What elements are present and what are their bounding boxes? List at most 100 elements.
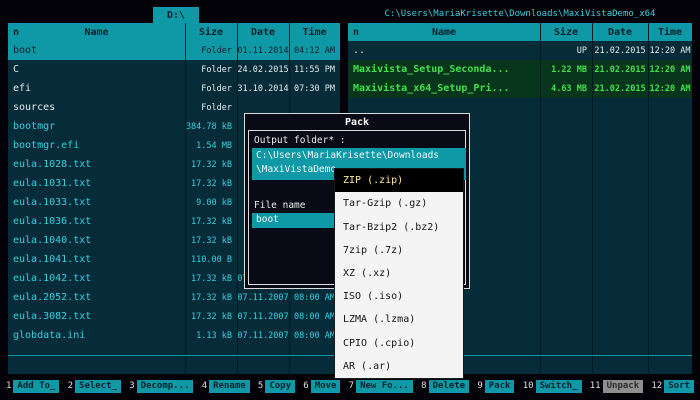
column-header-size[interactable]: Size: [185, 23, 237, 41]
column-divider: [592, 23, 593, 374]
function-key-label: Select_: [75, 380, 121, 393]
archive-format-option[interactable]: ZIP (.zip): [335, 169, 463, 192]
file-time: 08:00 AM: [289, 312, 340, 322]
function-key-number: 4: [202, 381, 207, 391]
file-size: 17.32 kB: [185, 160, 237, 170]
function-key[interactable]: 2 Select_: [68, 380, 121, 393]
function-key-label: Move: [311, 380, 341, 393]
file-name: boot: [8, 45, 185, 56]
drive-tab[interactable]: D:\: [153, 7, 199, 23]
pack-dialog-title: Pack: [245, 115, 469, 129]
file-time: 12:20 AM: [648, 84, 692, 94]
file-name: ..: [348, 45, 540, 56]
file-time: 08:00 AM: [289, 293, 340, 303]
archive-format-dropdown: ZIP (.zip)Tar-Gzip (.gz)Tar-Bzip2 (.bz2)…: [334, 168, 464, 379]
archive-format-option[interactable]: Tar-Gzip (.gz): [335, 192, 463, 215]
file-date: 07.11.2007: [237, 293, 289, 303]
file-name: sources: [8, 102, 185, 113]
function-key-number: 6: [303, 381, 308, 391]
file-name: C: [8, 64, 185, 75]
column-divider: [648, 23, 649, 374]
file-name: Maxivista_x64_Setup_Pri...: [348, 83, 540, 94]
archive-format-option[interactable]: XZ (.xz): [335, 262, 463, 285]
file-row[interactable]: eula.3082.txt 17.32 kB 07.11.2007 08:00 …: [8, 307, 340, 326]
file-size: Folder: [185, 84, 237, 94]
function-key[interactable]: 9 Pack: [477, 380, 514, 393]
function-key-label: Delete: [429, 380, 470, 393]
file-time: 11:55 PM: [289, 65, 340, 75]
file-name: eula.1028.txt: [8, 159, 185, 170]
file-name: eula.1041.txt: [8, 254, 185, 265]
function-key[interactable]: 10 Switch_: [523, 380, 582, 393]
column-header-date[interactable]: Date: [592, 23, 648, 41]
function-key-label: Unpack: [603, 380, 644, 393]
file-size: UP: [540, 46, 592, 56]
function-key-label: Add To_: [13, 380, 59, 393]
file-name: bootmgr.efi: [8, 140, 185, 151]
file-name: globdata.ini: [8, 330, 185, 341]
file-row[interactable]: globdata.ini 1.13 kB 07.11.2007 08:00 AM: [8, 326, 340, 345]
file-manager-screen: D:\ C:\Users\MariaKrisette\Downloads\Max…: [0, 0, 700, 400]
file-time: 07:30 PM: [289, 84, 340, 94]
file-row[interactable]: .. UP 21.02.2015 12:20 AM: [348, 41, 692, 60]
file-row[interactable]: Maxivista_Setup_Seconda... 1.22 MB 21.02…: [348, 60, 692, 79]
function-key[interactable]: 12 Sort: [651, 380, 694, 393]
function-key-number: 5: [258, 381, 263, 391]
file-name-label: File name: [254, 200, 305, 211]
file-name: eula.2052.txt: [8, 292, 185, 303]
file-size: 1.13 kB: [185, 331, 237, 341]
column-header-size[interactable]: Size: [540, 23, 592, 41]
file-row[interactable]: boot Folder 01.11.2014 04:12 AM: [8, 41, 340, 60]
archive-format-option[interactable]: AR (.ar): [335, 355, 463, 378]
file-name: Maxivista_Setup_Seconda...: [348, 64, 540, 75]
function-key-label: Copy: [265, 380, 295, 393]
file-size: 110.00 B: [185, 255, 237, 265]
file-date: 07.11.2007: [237, 312, 289, 322]
file-size: 17.32 kB: [185, 312, 237, 322]
column-header-time[interactable]: Time: [648, 23, 692, 41]
archive-format-option[interactable]: CPIO (.cpio): [335, 332, 463, 355]
function-key[interactable]: 5 Copy: [258, 380, 295, 393]
file-time: 04:12 AM: [289, 46, 340, 56]
output-folder-label: Output folder* :: [254, 135, 346, 146]
function-key-number: 12: [651, 381, 662, 391]
function-key-number: 7: [349, 381, 354, 391]
file-name: eula.1042.txt: [8, 273, 185, 284]
column-divider: [185, 23, 186, 374]
file-size: 17.32 kB: [185, 293, 237, 303]
file-size: Folder: [185, 65, 237, 75]
function-key[interactable]: 8 Delete: [421, 380, 469, 393]
function-key-label: Decomp...: [137, 380, 194, 393]
column-divider: [237, 23, 238, 374]
archive-format-option[interactable]: Tar-Bzip2 (.bz2): [335, 215, 463, 238]
function-key-number: 9: [477, 381, 482, 391]
function-key[interactable]: 7 New Fo...: [349, 380, 413, 393]
file-size: 384.78 kB: [185, 122, 237, 132]
column-header-time[interactable]: Time: [289, 23, 340, 41]
file-row[interactable]: Maxivista_x64_Setup_Pri... 4.63 MB 21.02…: [348, 79, 692, 98]
file-size: 17.32 kB: [185, 179, 237, 189]
file-row[interactable]: C Folder 24.02.2015 11:55 PM: [8, 60, 340, 79]
file-time: 08:00 AM: [289, 331, 340, 341]
column-header-date[interactable]: Date: [237, 23, 289, 41]
column-header-name[interactable]: n Name: [8, 23, 185, 41]
column-header-name[interactable]: n Name: [348, 23, 540, 41]
file-row[interactable]: eula.2052.txt 17.32 kB 07.11.2007 08:00 …: [8, 288, 340, 307]
file-date: 21.02.2015: [592, 65, 648, 75]
column-divider: [540, 23, 541, 374]
function-key-number: 8: [421, 381, 426, 391]
file-date: 01.11.2014: [237, 46, 289, 56]
function-key[interactable]: 11 Unpack: [590, 380, 643, 393]
file-row[interactable]: efi Folder 31.10.2014 07:30 PM: [8, 79, 340, 98]
function-key[interactable]: 4 Rename: [202, 380, 250, 393]
function-key-label: Pack: [485, 380, 515, 393]
archive-format-option[interactable]: ISO (.iso): [335, 285, 463, 308]
panel-bottom-divider: [8, 355, 340, 356]
function-key[interactable]: 1 Add To_: [6, 380, 59, 393]
function-key[interactable]: 3 Decomp...: [129, 380, 193, 393]
function-key[interactable]: 6 Move: [303, 380, 340, 393]
right-panel-path: C:\Users\MariaKrisette\Downloads\MaxiVis…: [348, 9, 692, 19]
archive-format-option[interactable]: LZMA (.lzma): [335, 308, 463, 331]
archive-format-option[interactable]: 7zip (.7z): [335, 239, 463, 262]
file-name: efi: [8, 83, 185, 94]
